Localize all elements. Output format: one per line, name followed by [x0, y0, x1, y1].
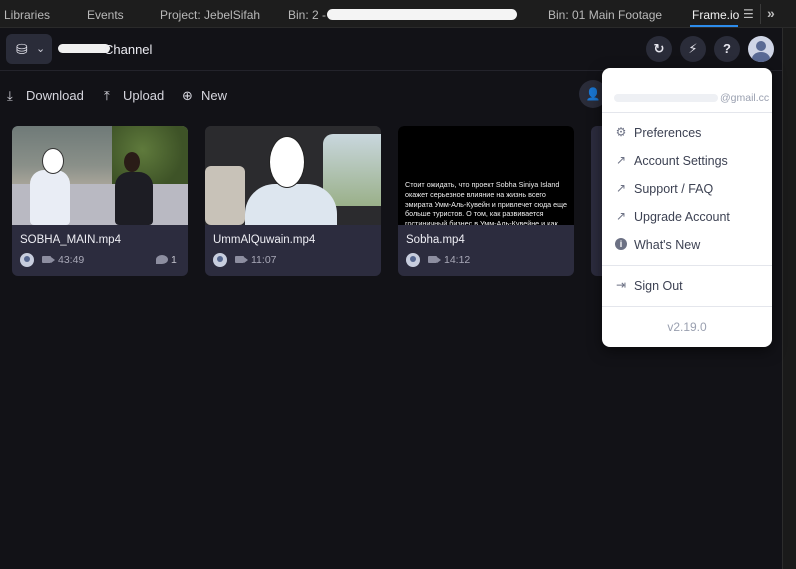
panel-header: ⛁ ⌄ Channel ↻ ⚡ ? [0, 28, 782, 71]
menu-item-sign-out[interactable]: ⇥ Sign Out [602, 273, 772, 299]
menu-item-label: Preferences [634, 126, 702, 140]
panel-scrollbar[interactable] [782, 28, 796, 569]
uploader-avatar [20, 253, 34, 267]
asset-thumbnail [12, 126, 188, 225]
menu-item-whats-new[interactable]: i What's New [602, 232, 772, 258]
tab-bin-main-footage[interactable]: Bin: 01 Main Footage [548, 8, 662, 22]
panel-menu-icon[interactable]: ☰ [743, 7, 754, 21]
new-button[interactable]: ⊕ New [182, 88, 227, 104]
redaction-blur [614, 94, 718, 102]
asset-duration: 43:49 [58, 254, 85, 266]
asset-meta: 11:07 [213, 253, 373, 267]
redaction-scribble [58, 44, 110, 53]
download-button[interactable]: ⤓ Download [7, 88, 84, 104]
project-name: Channel [104, 42, 153, 57]
tab-project[interactable]: Project: JebelSifah [160, 8, 260, 22]
add-user-icon: 👤 [585, 87, 601, 101]
asset-duration: 11:07 [251, 254, 277, 266]
help-button[interactable]: ? [714, 36, 740, 62]
menu-item-label: Support / FAQ [634, 182, 714, 196]
menu-item-label: Upgrade Account [634, 210, 730, 224]
chevron-down-icon: ⌄ [36, 43, 46, 55]
account-menu: @gmail.cc ⚙ Preferences ↗ Account Settin… [602, 68, 772, 347]
active-tab-indicator [690, 25, 738, 27]
tab-overflow-icon[interactable]: » [767, 5, 775, 21]
tab-libraries[interactable]: Libraries [4, 8, 50, 22]
refresh-button[interactable]: ↻ [646, 36, 672, 62]
help-icon: ? [723, 41, 731, 56]
panel-tab-bar: Libraries Events Project: JebelSifah Bin… [0, 0, 796, 28]
asset-card[interactable]: SOBHA_MAIN.mp4 43:49 1 [12, 126, 188, 276]
external-link-icon: ↗ [615, 153, 627, 167]
menu-item-label: Account Settings [634, 154, 728, 168]
external-link-icon: ↗ [615, 209, 627, 223]
asset-card[interactable]: UmmAlQuwain.mp4 11:07 [205, 126, 381, 276]
activity-button[interactable]: ⚡ [680, 36, 706, 62]
account-email: @gmail.cc [602, 68, 772, 112]
video-icon [42, 256, 55, 263]
avatar-body [752, 52, 770, 62]
external-link-icon: ↗ [615, 181, 627, 195]
account-avatar-button[interactable] [748, 36, 774, 62]
asset-meta: 43:49 1 [20, 253, 180, 267]
menu-divider [602, 265, 772, 266]
asset-name: Sobha.mp4 [406, 234, 465, 246]
asset-meta: 14:12 [406, 253, 566, 267]
menu-item-label: What's New [634, 238, 701, 252]
asset-duration: 14:12 [444, 254, 471, 266]
asset-thumbnail: Стоит ожидать, что проект Sobha Siniya I… [398, 126, 574, 225]
comment-icon [156, 255, 168, 264]
upload-label: Upload [123, 88, 165, 103]
video-icon [235, 256, 248, 263]
thumbnail-caption: Стоит ожидать, что проект Sobha Siniya I… [405, 180, 567, 225]
app-version: v2.19.0 [667, 320, 707, 334]
menu-item-upgrade[interactable]: ↗ Upgrade Account [602, 204, 772, 230]
gear-icon: ⚙ [615, 125, 627, 139]
menu-item-label: Sign Out [634, 279, 683, 293]
avatar-icon [756, 41, 766, 51]
sign-out-icon: ⇥ [615, 278, 627, 292]
asset-name: SOBHA_MAIN.mp4 [20, 234, 121, 246]
asset-thumbnail [205, 126, 381, 225]
account-email-text: @gmail.cc [720, 92, 770, 104]
menu-item-preferences[interactable]: ⚙ Preferences [602, 120, 772, 146]
new-label: New [201, 88, 228, 103]
asset-card[interactable]: Стоит ожидать, что проект Sobha Siniya I… [398, 126, 574, 276]
tab-events[interactable]: Events [87, 8, 124, 22]
redaction-scribble [327, 9, 517, 20]
tab-frameio[interactable]: Frame.io [692, 8, 739, 22]
menu-item-support[interactable]: ↗ Support / FAQ [602, 176, 772, 202]
upload-button[interactable]: ⤒ Upload [104, 88, 164, 104]
uploader-avatar [213, 253, 227, 267]
project-switcher-button[interactable]: ⛁ ⌄ [6, 34, 52, 64]
download-label: Download [26, 88, 84, 103]
team-icon: ⛁ [16, 41, 28, 57]
uploader-avatar [406, 253, 420, 267]
video-icon [428, 256, 441, 263]
upload-icon: ⤒ [104, 88, 110, 103]
asset-name: UmmAlQuwain.mp4 [213, 234, 316, 246]
download-icon: ⤓ [7, 88, 13, 103]
menu-item-account-settings[interactable]: ↗ Account Settings [602, 148, 772, 174]
menu-divider [602, 112, 772, 113]
menu-divider [602, 306, 772, 307]
info-icon: i [615, 238, 627, 250]
tab-divider [760, 4, 761, 24]
refresh-icon: ↻ [653, 41, 665, 56]
comment-count: 1 [171, 254, 177, 266]
lightning-icon: ⚡ [688, 41, 698, 56]
plus-circle-icon: ⊕ [182, 88, 193, 103]
